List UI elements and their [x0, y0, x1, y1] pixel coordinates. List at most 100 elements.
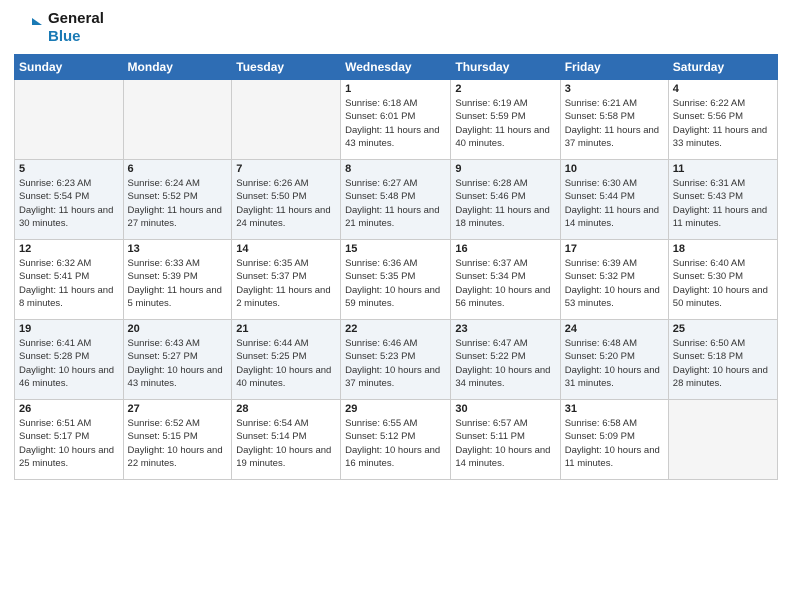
calendar-day-cell: 2Sunrise: 6:19 AMSunset: 5:59 PMDaylight… — [451, 80, 560, 160]
day-number: 26 — [19, 403, 119, 415]
weekday-header-saturday: Saturday — [668, 55, 777, 80]
calendar-day-cell — [232, 80, 341, 160]
logo-general: General — [48, 10, 104, 28]
calendar-day-cell: 13 Sunrise: 6:33 AMSunset: 5:39 PMDayligh… — [123, 240, 232, 320]
day-info: Sunrise: 6:54 AMSunset: 5:14 PMDaylight:… — [236, 417, 336, 470]
day-info: Sunrise: 6:48 AMSunset: 5:20 PMDaylight:… — [565, 337, 664, 390]
day-number: 3 — [565, 83, 664, 95]
calendar-day-cell: 7 Sunrise: 6:26 AMSunset: 5:50 PMDaylight… — [232, 160, 341, 240]
day-info: Sunrise: 6:37 AMSunset: 5:34 PMDaylight:… — [455, 257, 555, 310]
day-number: 8 — [345, 163, 446, 175]
calendar-day-cell: 28 Sunrise: 6:54 AMSunset: 5:14 PMDayligh… — [232, 400, 341, 480]
day-number: 13 — [128, 243, 228, 255]
day-info: Sunrise: 6:35 AMSunset: 5:37 PMDaylight:… — [236, 257, 336, 310]
calendar-day-cell: 27 Sunrise: 6:52 AMSunset: 5:15 PMDayligh… — [123, 400, 232, 480]
calendar-day-cell: 31 Sunrise: 6:58 AMSunset: 5:09 PMDayligh… — [560, 400, 668, 480]
calendar-day-cell: 16 Sunrise: 6:37 AMSunset: 5:34 PMDayligh… — [451, 240, 560, 320]
calendar-week-row: 19 Sunrise: 6:41 AMSunset: 5:28 PMDayligh… — [15, 320, 778, 400]
weekday-header-friday: Friday — [560, 55, 668, 80]
calendar-day-cell: 10Sunrise: 6:30 AMSunset: 5:44 PMDayligh… — [560, 160, 668, 240]
day-number: 27 — [128, 403, 228, 415]
calendar-day-cell: 17 Sunrise: 6:39 AMSunset: 5:32 PMDayligh… — [560, 240, 668, 320]
day-info: Sunrise: 6:18 AMSunset: 6:01 PMDaylight:… — [345, 97, 446, 150]
day-number: 9 — [455, 163, 555, 175]
calendar-day-cell: 11 Sunrise: 6:31 AMSunset: 5:43 PMDayligh… — [668, 160, 777, 240]
day-number: 7 — [236, 163, 336, 175]
day-info: Sunrise: 6:52 AMSunset: 5:15 PMDaylight:… — [128, 417, 228, 470]
day-number: 18 — [673, 243, 773, 255]
day-number: 2 — [455, 83, 555, 95]
day-number: 4 — [673, 83, 773, 95]
calendar-container: GeneralBlue SundayMondayTuesdayWednesday… — [0, 0, 792, 612]
day-number: 31 — [565, 403, 664, 415]
day-number: 5 — [19, 163, 119, 175]
calendar-day-cell: 26 Sunrise: 6:51 AMSunset: 5:17 PMDayligh… — [15, 400, 124, 480]
day-number: 15 — [345, 243, 446, 255]
calendar-day-cell: 30Sunrise: 6:57 AMSunset: 5:11 PMDayligh… — [451, 400, 560, 480]
day-number: 20 — [128, 323, 228, 335]
day-info: Sunrise: 6:47 AMSunset: 5:22 PMDaylight:… — [455, 337, 555, 390]
day-info: Sunrise: 6:22 AMSunset: 5:56 PMDaylight:… — [673, 97, 773, 150]
day-info: Sunrise: 6:41 AMSunset: 5:28 PMDaylight:… — [19, 337, 119, 390]
weekday-header-row: SundayMondayTuesdayWednesdayThursdayFrid… — [15, 55, 778, 80]
weekday-header-monday: Monday — [123, 55, 232, 80]
calendar-day-cell: 25Sunrise: 6:50 AMSunset: 5:18 PMDayligh… — [668, 320, 777, 400]
day-info: Sunrise: 6:28 AMSunset: 5:46 PMDaylight:… — [455, 177, 555, 230]
day-info: Sunrise: 6:36 AMSunset: 5:35 PMDaylight:… — [345, 257, 446, 310]
calendar-day-cell: 24 Sunrise: 6:48 AMSunset: 5:20 PMDayligh… — [560, 320, 668, 400]
day-info: Sunrise: 6:43 AMSunset: 5:27 PMDaylight:… — [128, 337, 228, 390]
calendar-day-cell: 21Sunrise: 6:44 AMSunset: 5:25 PMDayligh… — [232, 320, 341, 400]
weekday-header-tuesday: Tuesday — [232, 55, 341, 80]
day-number: 23 — [455, 323, 555, 335]
weekday-header-sunday: Sunday — [15, 55, 124, 80]
calendar-day-cell: 18 Sunrise: 6:40 AMSunset: 5:30 PMDayligh… — [668, 240, 777, 320]
day-info: Sunrise: 6:26 AMSunset: 5:50 PMDaylight:… — [236, 177, 336, 230]
day-number: 24 — [565, 323, 664, 335]
day-number: 16 — [455, 243, 555, 255]
day-info: Sunrise: 6:31 AMSunset: 5:43 PMDaylight:… — [673, 177, 773, 230]
day-number: 1 — [345, 83, 446, 95]
calendar-day-cell: 1 Sunrise: 6:18 AMSunset: 6:01 PMDaylight… — [341, 80, 451, 160]
calendar-day-cell — [123, 80, 232, 160]
weekday-header-thursday: Thursday — [451, 55, 560, 80]
day-info: Sunrise: 6:55 AMSunset: 5:12 PMDaylight:… — [345, 417, 446, 470]
weekday-header-wednesday: Wednesday — [341, 55, 451, 80]
logo: GeneralBlue — [14, 10, 104, 46]
calendar-day-cell: 14 Sunrise: 6:35 AMSunset: 5:37 PMDayligh… — [232, 240, 341, 320]
calendar-day-cell: 29 Sunrise: 6:55 AMSunset: 5:12 PMDayligh… — [341, 400, 451, 480]
day-number: 10 — [565, 163, 664, 175]
day-number: 30 — [455, 403, 555, 415]
calendar-week-row: 1 Sunrise: 6:18 AMSunset: 6:01 PMDaylight… — [15, 80, 778, 160]
calendar-week-row: 26 Sunrise: 6:51 AMSunset: 5:17 PMDayligh… — [15, 400, 778, 480]
logo-svg — [14, 13, 44, 43]
calendar-day-cell: 4 Sunrise: 6:22 AMSunset: 5:56 PMDaylight… — [668, 80, 777, 160]
header: GeneralBlue — [14, 10, 778, 46]
calendar-day-cell: 9 Sunrise: 6:28 AMSunset: 5:46 PMDaylight… — [451, 160, 560, 240]
calendar-week-row: 12 Sunrise: 6:32 AMSunset: 5:41 PMDayligh… — [15, 240, 778, 320]
day-number: 19 — [19, 323, 119, 335]
day-number: 17 — [565, 243, 664, 255]
calendar-day-cell: 15 Sunrise: 6:36 AMSunset: 5:35 PMDayligh… — [341, 240, 451, 320]
day-number: 6 — [128, 163, 228, 175]
calendar-day-cell: 22Sunrise: 6:46 AMSunset: 5:23 PMDayligh… — [341, 320, 451, 400]
calendar-day-cell — [15, 80, 124, 160]
day-info: Sunrise: 6:33 AMSunset: 5:39 PMDaylight:… — [128, 257, 228, 310]
calendar-day-cell: 5 Sunrise: 6:23 AMSunset: 5:54 PMDaylight… — [15, 160, 124, 240]
day-info: Sunrise: 6:40 AMSunset: 5:30 PMDaylight:… — [673, 257, 773, 310]
day-info: Sunrise: 6:27 AMSunset: 5:48 PMDaylight:… — [345, 177, 446, 230]
day-info: Sunrise: 6:39 AMSunset: 5:32 PMDaylight:… — [565, 257, 664, 310]
day-info: Sunrise: 6:58 AMSunset: 5:09 PMDaylight:… — [565, 417, 664, 470]
day-number: 14 — [236, 243, 336, 255]
day-number: 11 — [673, 163, 773, 175]
calendar-day-cell: 3Sunrise: 6:21 AMSunset: 5:58 PMDaylight… — [560, 80, 668, 160]
day-number: 28 — [236, 403, 336, 415]
day-info: Sunrise: 6:51 AMSunset: 5:17 PMDaylight:… — [19, 417, 119, 470]
calendar-day-cell: 6 Sunrise: 6:24 AMSunset: 5:52 PMDaylight… — [123, 160, 232, 240]
day-number: 29 — [345, 403, 446, 415]
day-info: Sunrise: 6:32 AMSunset: 5:41 PMDaylight:… — [19, 257, 119, 310]
day-info: Sunrise: 6:46 AMSunset: 5:23 PMDaylight:… — [345, 337, 446, 390]
day-info: Sunrise: 6:23 AMSunset: 5:54 PMDaylight:… — [19, 177, 119, 230]
day-info: Sunrise: 6:24 AMSunset: 5:52 PMDaylight:… — [128, 177, 228, 230]
day-number: 12 — [19, 243, 119, 255]
calendar-table: SundayMondayTuesdayWednesdayThursdayFrid… — [14, 54, 778, 480]
